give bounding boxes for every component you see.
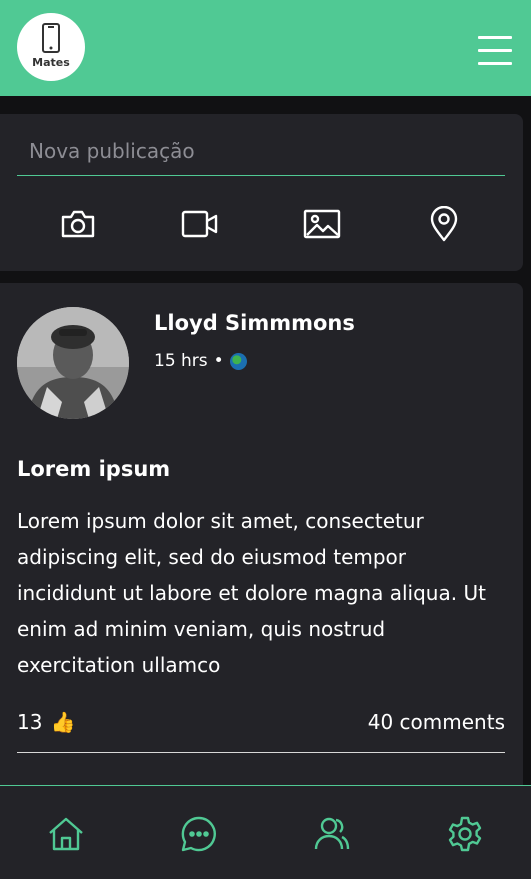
friends-icon[interactable] — [312, 814, 352, 854]
scrollbar[interactable] — [523, 96, 531, 786]
post-title: Lorem ipsum — [17, 457, 171, 481]
globe-icon — [229, 352, 247, 370]
post-meta: 15 hrs • — [154, 351, 247, 371]
like-count[interactable]: 13 👍 — [17, 710, 75, 734]
image-icon[interactable] — [302, 204, 342, 244]
top-bar: Mates — [0, 0, 531, 96]
post-time: 15 hrs — [154, 351, 208, 371]
hamburger-menu-icon[interactable] — [478, 36, 514, 66]
video-icon[interactable] — [180, 204, 220, 244]
bottom-navigation — [0, 785, 531, 879]
phone-icon — [42, 23, 60, 53]
post-card: Lloyd Simmmons 15 hrs • Lorem ipsum Lore… — [0, 283, 523, 803]
logo-text: Mates — [32, 56, 70, 69]
meta-separator: • — [213, 351, 224, 371]
home-icon[interactable] — [46, 814, 86, 854]
app-logo[interactable]: Mates — [17, 13, 85, 81]
avatar[interactable] — [17, 307, 129, 419]
camera-icon[interactable] — [58, 204, 98, 244]
thumbs-up-icon: 👍 — [50, 710, 76, 734]
post-author[interactable]: Lloyd Simmmons — [154, 311, 355, 335]
new-post-composer — [0, 114, 523, 271]
post-divider — [17, 752, 505, 753]
like-count-value: 13 — [17, 710, 43, 734]
settings-icon[interactable] — [445, 814, 485, 854]
location-pin-icon[interactable] — [424, 204, 464, 244]
new-post-input[interactable] — [17, 136, 505, 176]
chat-icon[interactable] — [179, 814, 219, 854]
post-body: Lorem ipsum dolor sit amet, consectetur … — [17, 509, 486, 677]
comments-link[interactable]: 40 comments — [368, 710, 505, 734]
